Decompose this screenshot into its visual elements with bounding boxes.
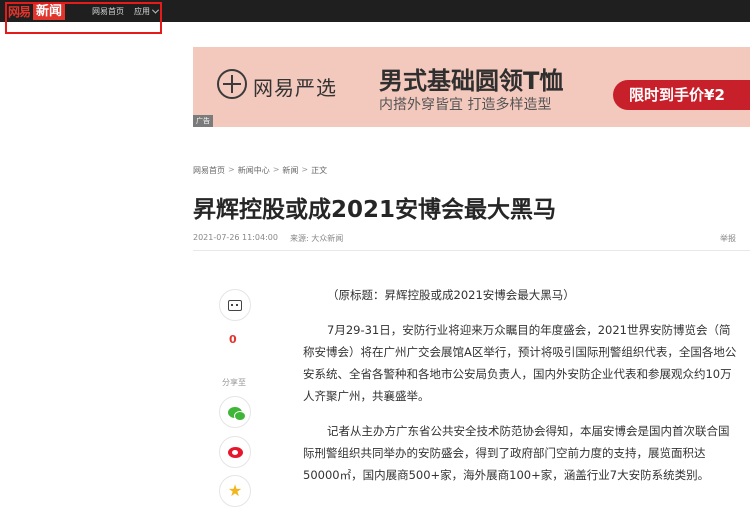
ad-brand: 网易严选: [253, 76, 337, 100]
article-source: 来源: 大众新闻: [289, 234, 344, 243]
comment-count[interactable]: 0: [229, 333, 237, 346]
article-datetime: 2021-07-26 11:04:00: [193, 233, 278, 242]
breadcrumb-separator: >: [272, 165, 280, 174]
breadcrumb-news[interactable]: 新闻: [282, 165, 298, 176]
breadcrumb-home[interactable]: 网易首页: [193, 165, 225, 176]
yanxuan-logo-icon: [217, 69, 247, 99]
ad-tag: 广告: [193, 115, 213, 127]
ad-banner[interactable]: 网易严选 男式基础圆领T恤 内搭外穿皆宜 打造多样造型 限时到手价¥2 广告: [193, 47, 750, 127]
breadcrumb: 网易首页 > 新闻中心 > 新闻 > 正文: [193, 165, 327, 176]
breadcrumb-separator: >: [301, 165, 309, 174]
wechat-icon: [228, 406, 246, 421]
breadcrumb-news-center[interactable]: 新闻中心: [238, 165, 270, 176]
article-paragraph: （原标题：昇辉控股或成2021安博会最大黑马）: [327, 288, 575, 302]
comment-button[interactable]: [219, 289, 251, 321]
share-wechat-button[interactable]: [219, 396, 251, 428]
article-paragraph: 7月29-31日，安防行业将迎来万众瞩目的年度盛会，2021世界安防博览会（简称…: [303, 323, 737, 403]
breadcrumb-separator: >: [228, 165, 235, 174]
qzone-star-icon: ★: [227, 481, 243, 500]
article-meta: 2021-07-26 11:04:00 来源: 大众新闻: [193, 233, 343, 244]
ad-cta-button[interactable]: 限时到手价¥2: [613, 80, 750, 110]
article-title: 昇辉控股或成2021安博会最大黑马: [193, 197, 557, 223]
breadcrumb-current: 正文: [311, 166, 328, 175]
comment-icon: [228, 299, 242, 311]
report-link[interactable]: 举报: [720, 233, 736, 244]
divider: [193, 250, 750, 251]
ad-subtitle: 内搭外穿皆宜 打造多样造型: [379, 97, 552, 113]
share-weibo-button[interactable]: [219, 436, 251, 468]
share-label: 分享至: [222, 378, 246, 387]
ad-title: 男式基础圆领T恤: [379, 67, 564, 95]
article-paragraph: 记者从主办方广东省公共安全技术防范协会得知，本届安博会是国内首次联合国际刑警组织…: [303, 424, 730, 482]
weibo-icon: [227, 446, 243, 458]
article-body: （原标题：昇辉控股或成2021安博会最大黑马） 7月29-31日，安防行业将迎来…: [303, 284, 740, 499]
share-qzone-button[interactable]: ★: [219, 475, 251, 507]
highlight-box: [5, 2, 162, 34]
